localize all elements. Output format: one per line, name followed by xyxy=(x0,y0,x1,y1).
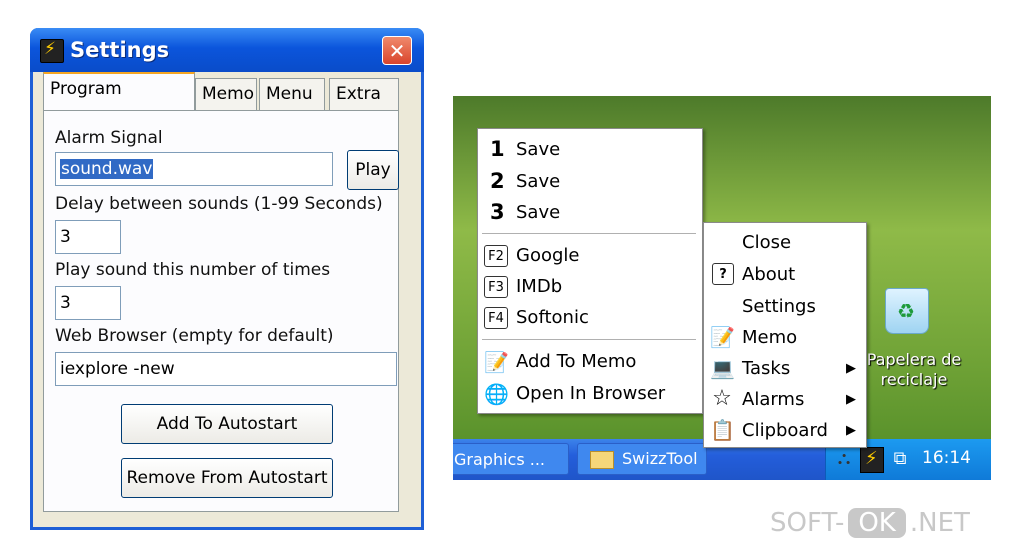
memo-icon: 📝 xyxy=(710,325,735,349)
tray-menu-alarms[interactable]: ☆ Alarms ▶ xyxy=(708,384,862,414)
watermark-left: SOFT- xyxy=(770,508,845,538)
f4-key-icon: F4 xyxy=(484,307,508,329)
alarm-signal-value: sound.wav xyxy=(60,159,154,179)
search-imdb[interactable]: F3 IMDb xyxy=(484,272,694,302)
context-menu: 1 Save 2 Save 3 Save F2 Google F3 IMDb F… xyxy=(477,128,703,414)
tray-menu-clipboard-label: Clipboard xyxy=(742,420,828,441)
title-bar[interactable]: Settings ✕ xyxy=(30,28,424,72)
browser-label: Web Browser (empty for default) xyxy=(55,326,334,346)
alarm-signal-label: Alarm Signal xyxy=(55,128,163,148)
submenu-arrow-icon: ▶ xyxy=(846,423,856,438)
menu-separator xyxy=(482,233,696,234)
tab-extra[interactable]: Extra xyxy=(329,78,399,110)
taskbar-item-graphics[interactable]: Graphics ... xyxy=(453,443,569,475)
recycle-bin-label: Papelera de reciclaje xyxy=(866,350,962,389)
tray-menu-close-label: Close xyxy=(742,232,792,253)
recycle-bin-icon[interactable]: ♻ xyxy=(885,288,929,334)
menu-separator xyxy=(482,339,696,340)
tray-clock: 16:14 xyxy=(922,448,971,468)
taskbar-item-swizztool-label: SwizzTool xyxy=(622,449,698,468)
globe-icon: 🌐 xyxy=(484,382,509,406)
save-slot-number: 3 xyxy=(490,200,505,224)
search-imdb-label: IMDb xyxy=(516,276,563,297)
window-title: Settings xyxy=(70,38,170,62)
tray-menu-settings-label: Settings xyxy=(742,296,816,317)
tray-display-icon[interactable]: ⧉ xyxy=(888,447,912,471)
times-input[interactable]: 3 xyxy=(55,286,121,320)
memo-icon: 📝 xyxy=(484,350,509,374)
watermark-mid: OK xyxy=(848,508,906,538)
recycle-arrow-icon: ♻ xyxy=(897,299,915,323)
remove-autostart-button[interactable]: Remove From Autostart xyxy=(121,458,333,498)
computer-icon: 💻 xyxy=(710,356,735,380)
tray-menu: Close ? About Settings 📝 Memo 💻 Tasks ▶ … xyxy=(703,222,867,448)
settings-window: Settings ✕ Program settings Memo Menu Ex… xyxy=(30,28,424,530)
add-to-memo-label: Add To Memo xyxy=(516,351,637,372)
tray-menu-close[interactable]: Close xyxy=(708,227,862,257)
folder-icon xyxy=(590,451,614,469)
tray-menu-about[interactable]: ? About xyxy=(708,259,862,289)
app-lightning-icon xyxy=(40,39,64,63)
f2-key-icon: F2 xyxy=(484,245,508,267)
tray-menu-settings[interactable]: Settings xyxy=(708,291,862,321)
tray-network-icon[interactable]: ⛬ xyxy=(832,447,856,471)
taskbar-item-swizztool[interactable]: SwizzTool xyxy=(577,443,707,475)
submenu-arrow-icon: ▶ xyxy=(846,361,856,376)
watermark-right: .NET xyxy=(909,508,970,538)
f3-key-icon: F3 xyxy=(484,276,508,298)
save-slot-label: Save xyxy=(516,202,561,223)
tray-menu-alarms-label: Alarms xyxy=(742,389,805,410)
save-slot-label: Save xyxy=(516,139,561,160)
tray-menu-tasks[interactable]: 💻 Tasks ▶ xyxy=(708,353,862,383)
tab-program-settings[interactable]: Program settings xyxy=(43,72,195,129)
desktop-area: ♻ Papelera de reciclaje Graphics ... Swi… xyxy=(453,96,991,480)
search-softonic-label: Softonic xyxy=(516,307,589,328)
star-icon: ☆ xyxy=(712,386,732,411)
save-slot-label: Save xyxy=(516,171,561,192)
lightning-icon: ⚡ xyxy=(865,448,878,469)
tray-swizztool-icon[interactable]: ⚡ xyxy=(860,447,884,473)
save-slot-2[interactable]: 2 Save xyxy=(488,167,688,197)
browser-input[interactable]: iexplore -new xyxy=(55,352,397,386)
save-slot-1[interactable]: 1 Save xyxy=(488,135,688,165)
times-label: Play sound this number of times xyxy=(55,260,331,280)
tray-menu-clipboard[interactable]: 📋 Clipboard ▶ xyxy=(708,415,862,445)
search-softonic[interactable]: F4 Softonic xyxy=(484,303,694,333)
tray-menu-about-label: About xyxy=(742,264,796,285)
alarm-signal-input[interactable]: sound.wav xyxy=(55,152,333,186)
close-button[interactable]: ✕ xyxy=(382,36,412,65)
open-in-browser-item[interactable]: 🌐 Open In Browser xyxy=(484,379,694,409)
tray-menu-memo[interactable]: 📝 Memo xyxy=(708,322,862,352)
tray-menu-memo-label: Memo xyxy=(742,327,798,348)
delay-input[interactable]: 3 xyxy=(55,220,121,254)
delay-label: Delay between sounds (1-99 Seconds) xyxy=(55,194,383,214)
watermark: SOFT- OK .NET xyxy=(770,508,970,542)
submenu-arrow-icon: ▶ xyxy=(846,392,856,407)
add-to-memo-item[interactable]: 📝 Add To Memo xyxy=(484,347,694,377)
help-question-icon: ? xyxy=(712,263,734,285)
tab-menu[interactable]: Menu xyxy=(259,78,325,110)
save-slot-3[interactable]: 3 Save xyxy=(488,198,688,228)
search-google[interactable]: F2 Google xyxy=(484,241,694,271)
save-slot-number: 2 xyxy=(490,169,505,193)
save-slot-number: 1 xyxy=(490,137,505,161)
clipboard-icon: 📋 xyxy=(710,418,735,442)
tab-memo[interactable]: Memo xyxy=(195,78,257,110)
tray-menu-tasks-label: Tasks xyxy=(742,358,791,379)
search-google-label: Google xyxy=(516,245,580,266)
open-in-browser-label: Open In Browser xyxy=(516,383,666,404)
add-autostart-button[interactable]: Add To Autostart xyxy=(121,404,333,444)
play-button[interactable]: Play xyxy=(347,150,399,190)
